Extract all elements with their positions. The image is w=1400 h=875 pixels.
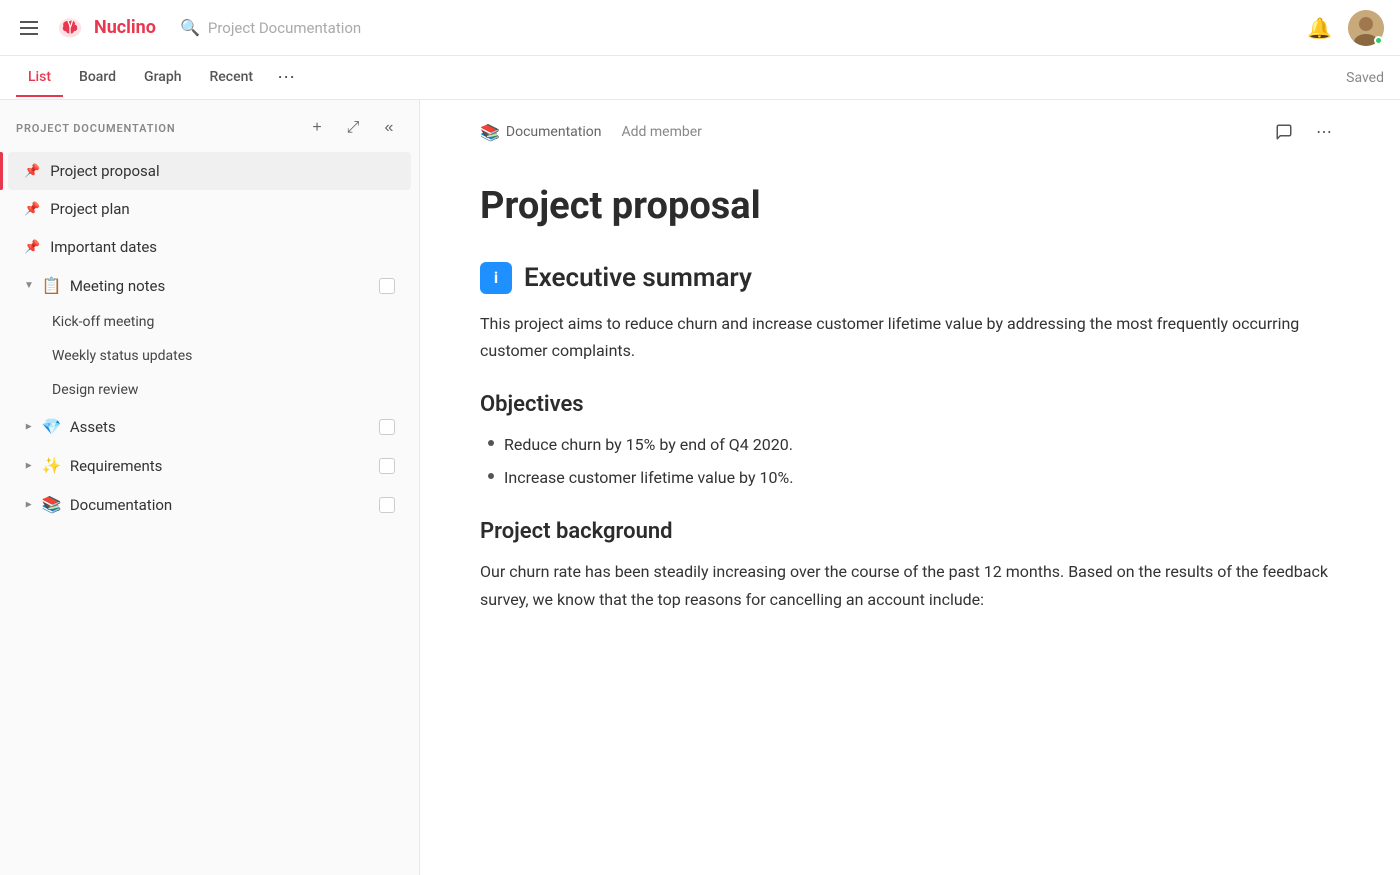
group-label: Assets xyxy=(70,418,116,436)
group-checkbox[interactable] xyxy=(379,278,395,294)
logo-area[interactable]: Nuclino xyxy=(54,12,156,44)
tab-bar: List Board Graph Recent ⋯ Saved xyxy=(0,56,1400,100)
sidebar: PROJECT DOCUMENTATION + ⤢ « 📌 Project pr… xyxy=(0,100,420,875)
tab-board[interactable]: Board xyxy=(67,59,128,97)
child-label: Design review xyxy=(52,382,138,398)
sidebar-group-documentation[interactable]: ▼ 📚 Documentation xyxy=(8,485,411,524)
search-icon: 🔍 xyxy=(180,18,200,37)
chevron-down-icon: ▼ xyxy=(24,280,34,291)
pin-icon: 📌 xyxy=(24,164,40,179)
main-layout: PROJECT DOCUMENTATION + ⤢ « 📌 Project pr… xyxy=(0,100,1400,875)
hamburger-icon[interactable] xyxy=(16,17,42,39)
sidebar-child-kickoff[interactable]: Kick-off meeting xyxy=(8,305,411,339)
group-checkbox[interactable] xyxy=(379,497,395,513)
pin-icon: 📌 xyxy=(24,202,40,217)
sidebar-item-project-proposal[interactable]: 📌 Project proposal xyxy=(8,152,411,190)
breadcrumb[interactable]: 📚 Documentation xyxy=(480,123,601,142)
pin-icon: 📌 xyxy=(24,240,40,255)
tab-more-button[interactable]: ⋯ xyxy=(269,61,303,95)
bullet-dot xyxy=(488,440,494,446)
collapse-sidebar-button[interactable]: « xyxy=(375,114,403,142)
list-item: Reduce churn by 15% by end of Q4 2020. xyxy=(488,431,1340,458)
list-item-text: Reduce churn by 15% by end of Q4 2020. xyxy=(504,431,793,458)
objectives-list: Reduce churn by 15% by end of Q4 2020. I… xyxy=(480,431,1340,491)
comments-button[interactable] xyxy=(1268,116,1300,148)
tab-list[interactable]: List xyxy=(16,59,63,97)
expand-button[interactable]: ⤢ xyxy=(339,114,367,142)
child-label: Kick-off meeting xyxy=(52,314,154,330)
chevron-right-icon: ▼ xyxy=(23,461,34,471)
sidebar-group-assets[interactable]: ▼ 💎 Assets xyxy=(8,407,411,446)
tab-recent[interactable]: Recent xyxy=(197,59,265,97)
sidebar-title: PROJECT DOCUMENTATION xyxy=(16,122,176,135)
sidebar-item-important-dates[interactable]: 📌 Important dates xyxy=(8,228,411,266)
tab-graph[interactable]: Graph xyxy=(132,59,193,97)
group-checkbox[interactable] xyxy=(379,419,395,435)
list-item: Increase customer lifetime value by 10%. xyxy=(488,464,1340,491)
search-placeholder: Project Documentation xyxy=(208,19,361,37)
online-indicator xyxy=(1374,36,1383,45)
group-label: Requirements xyxy=(70,457,163,475)
bullet-dot xyxy=(488,473,494,479)
sidebar-header: PROJECT DOCUMENTATION + ⤢ « xyxy=(0,100,419,152)
group-emoji: 💎 xyxy=(42,417,62,436)
section-executive-summary: i Executive summary xyxy=(480,262,1340,294)
search-area[interactable]: 🔍 Project Documentation xyxy=(168,12,1295,43)
project-background-text: Our churn rate has been steadily increas… xyxy=(480,558,1340,612)
sidebar-child-weekly[interactable]: Weekly status updates xyxy=(8,339,411,373)
sidebar-group-requirements[interactable]: ▼ ✨ Requirements xyxy=(8,446,411,485)
content-icons: ⋯ xyxy=(1268,116,1340,148)
saved-status: Saved xyxy=(1346,70,1384,86)
bell-icon[interactable]: 🔔 xyxy=(1307,16,1332,40)
chevron-right-icon: ▼ xyxy=(23,422,34,432)
sidebar-actions: + ⤢ « xyxy=(303,114,403,142)
more-options-button[interactable]: ⋯ xyxy=(1308,116,1340,148)
sidebar-child-design[interactable]: Design review xyxy=(8,373,411,407)
group-emoji: 📋 xyxy=(42,276,62,295)
top-nav: Nuclino 🔍 Project Documentation 🔔 xyxy=(0,0,1400,56)
add-item-button[interactable]: + xyxy=(303,114,331,142)
logo-icon xyxy=(54,12,86,44)
document-title: Project proposal xyxy=(480,184,1340,230)
content-area: 📚 Documentation Add member ⋯ Project pro… xyxy=(420,100,1400,875)
chevron-right-icon: ▼ xyxy=(23,500,34,510)
nav-right: 🔔 xyxy=(1307,10,1384,46)
sidebar-item-label: Project proposal xyxy=(50,162,159,180)
info-icon: i xyxy=(480,262,512,294)
add-member-button[interactable]: Add member xyxy=(613,120,709,144)
avatar-wrap[interactable] xyxy=(1348,10,1384,46)
group-label: Documentation xyxy=(70,496,172,514)
list-item-text: Increase customer lifetime value by 10%. xyxy=(504,464,793,491)
child-label: Weekly status updates xyxy=(52,348,192,364)
sidebar-item-label: Project plan xyxy=(50,200,130,218)
content-toolbar: 📚 Documentation Add member ⋯ xyxy=(480,100,1340,168)
section-objectives: Objectives xyxy=(480,392,1340,417)
executive-summary-text: This project aims to reduce churn and in… xyxy=(480,310,1340,364)
breadcrumb-label: Documentation xyxy=(506,124,602,140)
section-project-background: Project background xyxy=(480,519,1340,544)
sidebar-group-meeting-notes[interactable]: ▼ 📋 Meeting notes xyxy=(8,266,411,305)
group-emoji: ✨ xyxy=(42,456,62,475)
sidebar-item-label: Important dates xyxy=(50,238,157,256)
breadcrumb-emoji: 📚 xyxy=(480,123,500,142)
group-emoji: 📚 xyxy=(42,495,62,514)
group-checkbox[interactable] xyxy=(379,458,395,474)
section-heading: Executive summary xyxy=(524,263,752,293)
group-label: Meeting notes xyxy=(70,277,165,295)
sidebar-item-project-plan[interactable]: 📌 Project plan xyxy=(8,190,411,228)
app-name: Nuclino xyxy=(94,17,156,38)
